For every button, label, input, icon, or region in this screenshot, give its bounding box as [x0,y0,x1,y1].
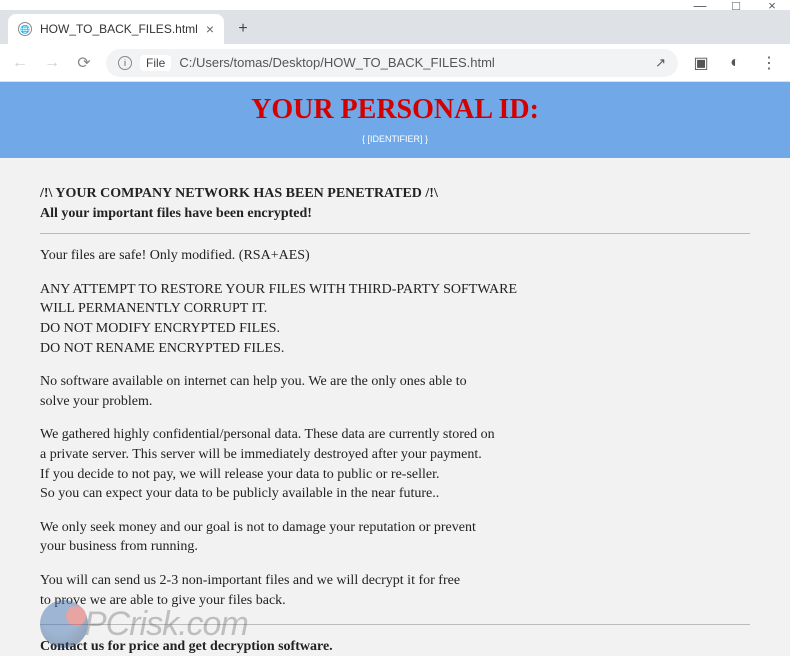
page-content: YOUR PERSONAL ID: { [IDENTIFIER] } /!\ Y… [0,82,790,656]
reload-button[interactable]: ⟳ [74,53,94,73]
menu-icon[interactable]: ⋮ [758,52,780,74]
site-info-icon[interactable]: i [118,56,132,70]
url-text: C:/Users/tomas/Desktop/HOW_TO_BACK_FILES… [179,55,494,70]
note-p6: You will can send us 2-3 non-important f… [40,571,750,610]
close-window-button[interactable]: × [766,0,778,11]
contact-line: Contact us for price and get decryption … [40,637,750,656]
ransom-note: /!\ YOUR COMPANY NETWORK HAS BEEN PENETR… [0,158,790,656]
banner-title: YOUR PERSONAL ID: [0,94,790,126]
maximize-button[interactable]: □ [730,0,742,11]
note-p3: No software available on internet can he… [40,372,750,411]
file-chip: File [140,55,171,71]
extensions-icon[interactable]: ▣ [690,52,712,74]
note-p2: ANY ATTEMPT TO RESTORE YOUR FILES WITH T… [40,280,750,358]
tab-title: HOW_TO_BACK_FILES.html [40,22,198,36]
note-p4: We gathered highly confidential/personal… [40,425,750,503]
divider-2 [40,624,750,625]
globe-icon: 🌐 [18,22,32,36]
new-tab-button[interactable]: + [230,16,256,42]
divider [40,233,750,234]
url-field[interactable]: i File C:/Users/tomas/Desktop/HOW_TO_BAC… [106,49,678,77]
close-tab-button[interactable]: × [206,21,214,37]
banner: YOUR PERSONAL ID: { [IDENTIFIER] } [0,82,790,158]
address-bar: ← → ⟳ i File C:/Users/tomas/Desktop/HOW_… [0,44,790,82]
note-p1: Your files are safe! Only modified. (RSA… [40,246,750,266]
warning-line-2: All your important files have been encry… [40,204,750,224]
profile-icon[interactable]: ◐ [724,52,746,74]
minimize-button[interactable]: — [694,0,706,11]
browser-tab[interactable]: 🌐 HOW_TO_BACK_FILES.html × [8,14,224,44]
window-controls: — □ × [0,0,790,10]
forward-button[interactable]: → [42,53,62,73]
note-p5: We only seek money and our goal is not t… [40,518,750,557]
share-icon[interactable]: ↗ [655,55,666,71]
banner-identifier: { [IDENTIFIER] } [0,134,790,144]
tab-bar: 🌐 HOW_TO_BACK_FILES.html × + [0,10,790,44]
warning-line-1: /!\ YOUR COMPANY NETWORK HAS BEEN PENETR… [40,184,750,204]
back-button[interactable]: ← [10,53,30,73]
